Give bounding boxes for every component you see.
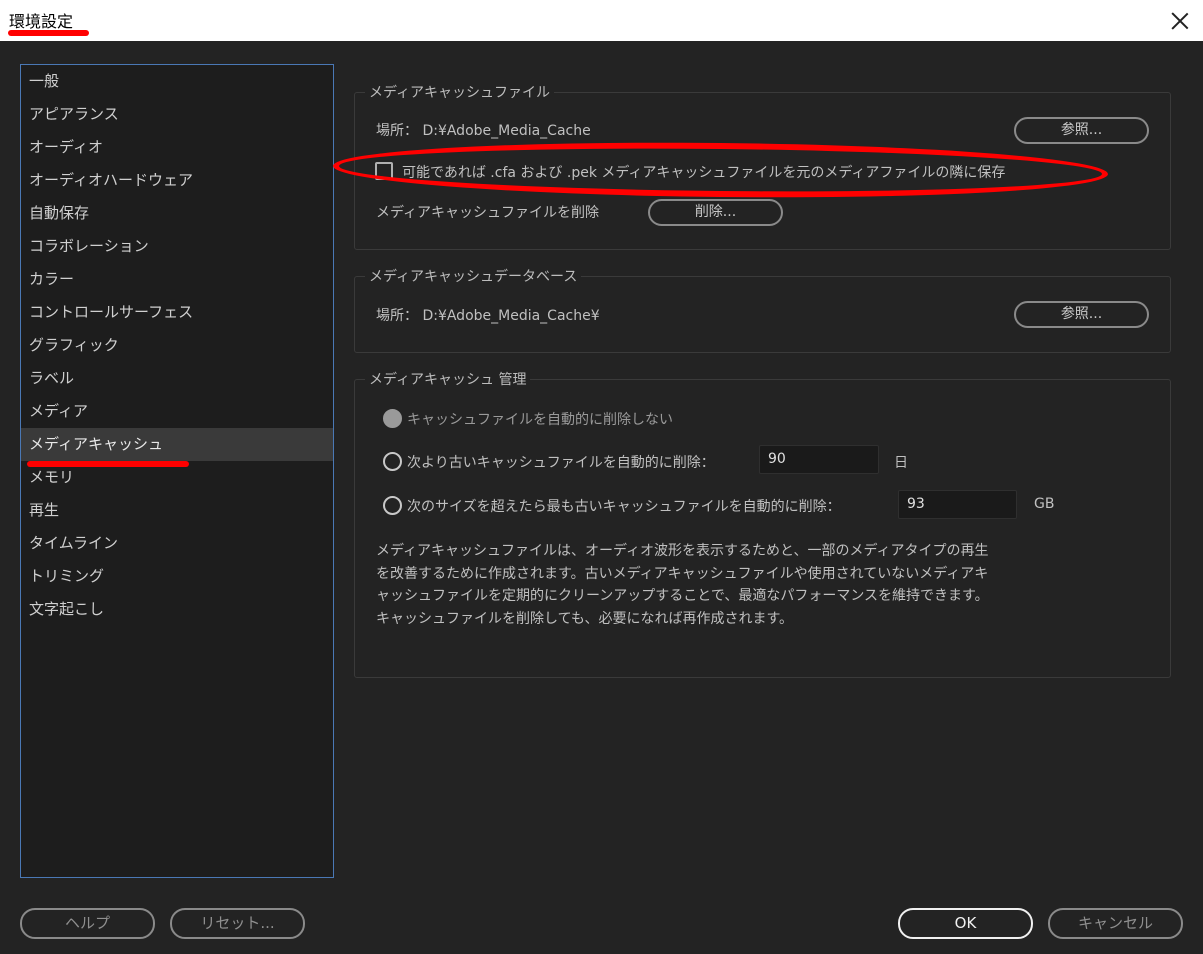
radio-no-auto-delete-label: キャッシュファイルを自動的に削除しない	[407, 412, 673, 428]
older-days-unit: 日	[894, 455, 908, 471]
cache-db-heading: メディアキャッシュデータベース	[365, 266, 582, 286]
cache-description: メディアキャッシュファイルは、オーディオ波形を表示するためと、一部のメディアタイ…	[376, 543, 989, 627]
category-list[interactable]: 一般 アピアランス オーディオ オーディオハードウェア 自動保存 コラボレーショ…	[20, 64, 334, 878]
cache-db-location: 場所： D:¥Adobe_Media_Cache¥	[376, 308, 600, 324]
cache-files-heading: メディアキャッシュファイル	[365, 82, 555, 102]
close-icon[interactable]	[1165, 6, 1195, 34]
radio-delete-by-size-label: 次のサイズを超えたら最も古いキャッシュファイルを自動的に削除：	[407, 499, 841, 515]
radio-no-auto-delete[interactable]	[383, 409, 402, 428]
ok-button[interactable]: OK	[898, 908, 1033, 939]
sidebar-item-color[interactable]: カラー	[21, 263, 333, 296]
sidebar-item-appearance[interactable]: アピアランス	[21, 98, 333, 131]
cache-db-browse-button[interactable]: 参照...	[1014, 301, 1149, 328]
radio-delete-older[interactable]	[383, 452, 402, 471]
annotation-underline-selected	[27, 461, 189, 467]
size-limit-input[interactable]: 93	[898, 490, 1017, 519]
reset-button[interactable]: リセット...	[170, 908, 305, 939]
sidebar-item-auto-save[interactable]: 自動保存	[21, 197, 333, 230]
annotation-underline-title	[8, 30, 89, 36]
sidebar-item-media[interactable]: メディア	[21, 395, 333, 428]
delete-cache-files-label: メディアキャッシュファイルを削除	[376, 205, 600, 221]
sidebar-item-graphics[interactable]: グラフィック	[21, 329, 333, 362]
older-days-input[interactable]: 90	[759, 445, 879, 474]
sidebar-item-audio[interactable]: オーディオ	[21, 131, 333, 164]
sidebar-item-audio-hardware[interactable]: オーディオハードウェア	[21, 164, 333, 197]
size-limit-unit: GB	[1034, 496, 1055, 512]
cancel-button[interactable]: キャンセル	[1048, 908, 1183, 939]
cache-files-location: 場所： D:¥Adobe_Media_Cache	[376, 123, 591, 139]
sidebar-item-control-surface[interactable]: コントロールサーフェス	[21, 296, 333, 329]
sidebar-item-collaboration[interactable]: コラボレーション	[21, 230, 333, 263]
help-button[interactable]: ヘルプ	[20, 908, 155, 939]
radio-delete-by-size[interactable]	[383, 496, 402, 515]
window-title: 環境設定	[9, 12, 74, 31]
sidebar-item-trim[interactable]: トリミング	[21, 560, 333, 593]
sidebar-item-general[interactable]: 一般	[21, 65, 333, 98]
sidebar-item-transcription[interactable]: 文字起こし	[21, 593, 333, 626]
sidebar-item-media-cache[interactable]: メディアキャッシュ	[21, 428, 333, 461]
sidebar-item-labels[interactable]: ラベル	[21, 362, 333, 395]
radio-delete-older-label: 次より古いキャッシュファイルを自動的に削除：	[407, 455, 715, 471]
title-bar: 環境設定	[0, 0, 1203, 41]
cache-files-browse-button[interactable]: 参照...	[1014, 117, 1149, 144]
sidebar-item-timeline[interactable]: タイムライン	[21, 527, 333, 560]
cache-management-heading: メディアキャッシュ 管理	[365, 369, 531, 389]
delete-cache-files-button[interactable]: 削除...	[648, 199, 783, 226]
sidebar-item-playback[interactable]: 再生	[21, 494, 333, 527]
